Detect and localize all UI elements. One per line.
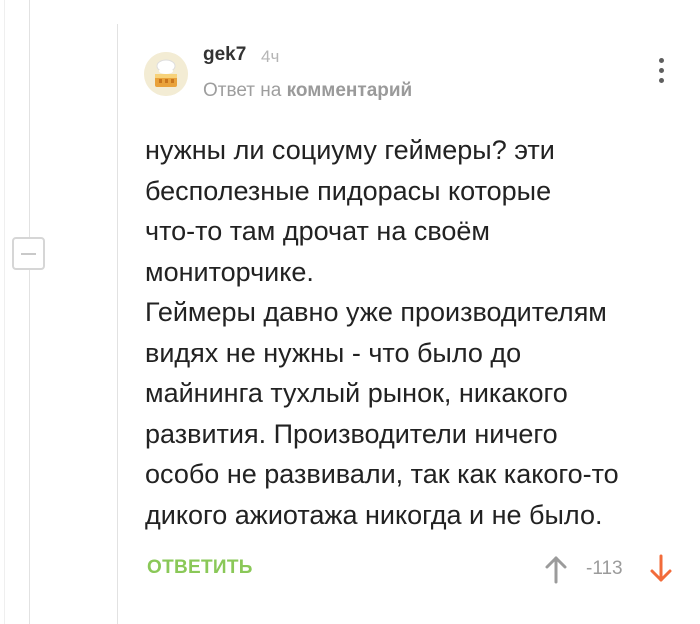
vertical-dots-icon [659, 68, 664, 73]
comment-paragraph: нужны ли социуму геймеры? эти бесполезны… [145, 135, 555, 287]
avatar[interactable] [144, 52, 188, 96]
upvote-button[interactable] [543, 554, 569, 584]
arrow-down-icon [650, 554, 672, 582]
comment-branch-line [117, 24, 118, 624]
thread-line [29, 0, 30, 624]
downvote-button[interactable] [648, 554, 674, 584]
reply-button[interactable]: ОТВЕТИТЬ [147, 557, 253, 579]
comment-body: нужны ли социуму геймеры? эти бесполезны… [145, 130, 685, 535]
more-options-button[interactable] [656, 58, 668, 86]
arrow-up-icon [545, 556, 567, 584]
vertical-dots-icon [659, 58, 664, 63]
reply-to-link[interactable]: комментарий [287, 80, 413, 101]
comment-rating: -113 [586, 558, 623, 579]
thread-line-outer [4, 0, 5, 624]
cake-avatar-icon [144, 52, 188, 96]
reply-to-prefix: Ответ на [203, 80, 282, 101]
collapse-thread-button[interactable] [12, 237, 45, 270]
comment-time: 4ч [261, 47, 280, 66]
comment-paragraph: Геймеры давно уже производителям видях н… [145, 297, 619, 530]
vertical-dots-icon [659, 78, 664, 83]
minus-icon [21, 253, 36, 255]
comment-author[interactable]: gek7 [203, 44, 246, 66]
reply-to-line: Ответ на комментарий [203, 80, 412, 102]
